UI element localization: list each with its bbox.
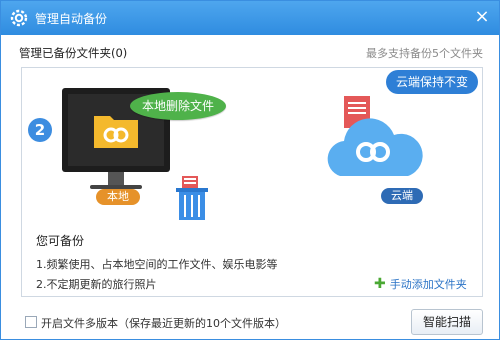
add-folder-link[interactable]: ✚ 手动添加文件夹: [374, 276, 467, 292]
cloud-tag: 云端: [381, 188, 423, 204]
trash-bin-icon: [176, 176, 208, 220]
gear-icon: [10, 9, 28, 27]
cloud-unchanged-bubble: 云端保持不变: [386, 70, 478, 94]
header-row: 管理已备份文件夹(0) 最多支持备份5个文件夹: [19, 45, 483, 61]
cloud-illustration: [327, 96, 423, 176]
backup-info-panel: 2 本地删除文件 本地 云端保持不变 云端 您可备份 1.频繁使用、占本地空间的…: [21, 67, 483, 297]
folder-icon: [94, 116, 138, 148]
backed-up-folders-label: 管理已备份文件夹(0): [19, 46, 128, 60]
add-folder-label: 手动添加文件夹: [389, 278, 467, 291]
suggestions-title: 您可备份: [36, 234, 85, 248]
suggestion-item: 1.频繁使用、占本地空间的工作文件、娱乐电影等: [36, 258, 278, 271]
window-title: 管理自动备份: [35, 12, 108, 26]
suggestion-item: 2.不定期更新的旅行照片: [36, 278, 157, 291]
multi-version-label[interactable]: 开启文件多版本（保存最近更新的10个文件版本）: [41, 315, 286, 331]
backup-manager-window: 管理自动备份 × 管理已备份文件夹(0) 最多支持备份5个文件夹 2 本地删除文…: [0, 0, 500, 340]
footer-row: 开启文件多版本（保存最近更新的10个文件版本） 智能扫描: [21, 309, 483, 335]
smart-scan-button[interactable]: 智能扫描: [411, 309, 483, 335]
title-bar: 管理自动备份 ×: [1, 1, 499, 35]
plus-icon: ✚: [374, 276, 386, 292]
multi-version-checkbox[interactable]: [25, 316, 37, 328]
close-button[interactable]: ×: [471, 7, 493, 29]
monitor-stand: [108, 172, 124, 186]
local-delete-bubble: 本地删除文件: [130, 92, 226, 120]
step-number-badge: 2: [28, 118, 52, 142]
local-tag: 本地: [96, 189, 140, 205]
max-folders-hint: 最多支持备份5个文件夹: [366, 47, 483, 60]
